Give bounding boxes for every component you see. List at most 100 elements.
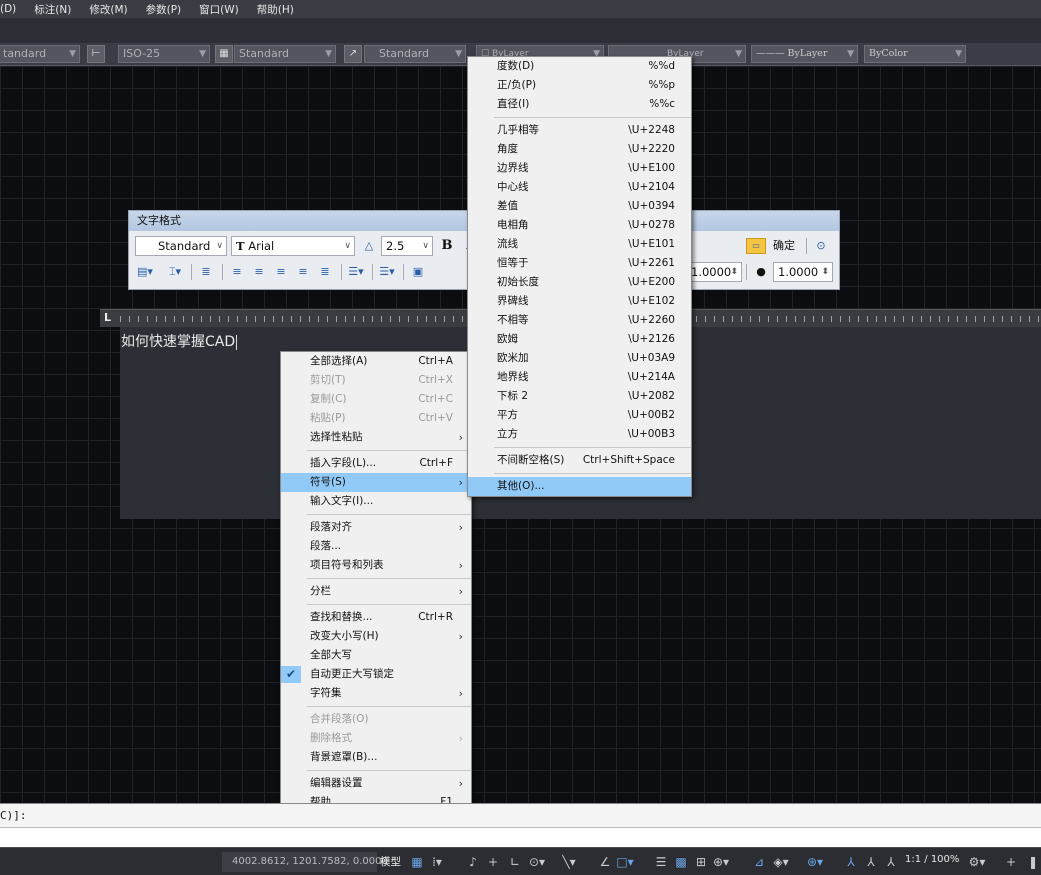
gizmo-icon[interactable]: ⊛▾ [806,853,824,871]
polar-tracking-icon[interactable]: ⊙▾ [528,853,546,871]
object-snap-tracking-icon[interactable]: ∠ [596,853,614,871]
multileader-style-icon[interactable]: ↗ [344,45,362,63]
mtext-justify-icon[interactable]: ⌶▾ [165,262,185,282]
table-style-combo[interactable]: Standard ▼ [234,45,336,63]
menu-item-insert-field[interactable]: 插入字段(L)... Ctrl+F [281,454,471,473]
symbol-item-diameter[interactable]: 直径(I) %%c [468,95,691,114]
dim-style-combo[interactable]: ISO-25 ▼ [118,45,210,63]
menu-item-editor-settings[interactable]: 编辑器设置 › [281,774,471,793]
symbol-item-ohm[interactable]: 欧姆 \U+2126 [468,330,691,349]
align-center-icon[interactable]: ≡ [249,262,269,282]
object-snap-icon[interactable]: □▾ [616,853,634,871]
symbol-item-other[interactable]: 其他(O)... [468,477,691,496]
text-style-select[interactable]: Standard ∨ [135,236,227,256]
line-spacing-icon[interactable]: ☰▾ [346,262,366,282]
menu-item-find-replace[interactable]: 查找和替换... Ctrl+R [281,608,471,627]
bold-button[interactable]: B [437,236,457,256]
symbol-item-cubed[interactable]: 立方 \U+00B3 [468,425,691,444]
justify-icon[interactable]: ≡ [293,262,313,282]
align-left-icon[interactable]: ≡ [227,262,247,282]
auto-scale-icon[interactable]: ⅄ [862,853,880,871]
ortho-icon[interactable]: ∟ [506,853,524,871]
grid-icon[interactable]: ▦ [408,853,426,871]
insert-field-icon[interactable]: ▣ [408,262,428,282]
symbol-item-angle[interactable]: 角度 \U+2220 [468,140,691,159]
symbol-item-almost-equal[interactable]: 几乎相等 \U+2248 [468,121,691,140]
menu-draw[interactable]: (D) [0,3,16,15]
model-space-button[interactable]: 模型 [380,854,401,869]
ruler-toggle-icon[interactable]: ▭ [746,238,766,254]
menu-item-remove-formatting[interactable]: 删除格式 › [281,729,471,748]
menu-item-combine-paragraphs[interactable]: 合并段落(O) [281,710,471,729]
menu-item-bullets-lists[interactable]: 项目符号和列表 › [281,556,471,575]
table-style-icon[interactable]: ▦ [215,45,233,63]
menu-item-background-mask[interactable]: 背景遮罩(B)... [281,748,471,767]
menu-item-paragraph[interactable]: 段落... [281,537,471,556]
columns-icon[interactable]: ▤▾ [135,262,155,282]
annotation-scale-value[interactable]: 1:1 / 100% [905,854,959,865]
menu-item-autocaps[interactable]: ✔ 自动更正大写锁定 [281,665,471,684]
symbol-item-subscript-2[interactable]: 下标 2 \U+2082 [468,387,691,406]
align-right-icon[interactable]: ≡ [271,262,291,282]
lineweight-combo[interactable]: ——— ByLayer ▼ [751,45,858,63]
symbol-item-boundary-line[interactable]: 边界线 \U+E100 [468,159,691,178]
menu-item-paste-special[interactable]: 选择性粘贴 › [281,428,471,447]
menu-item-cut[interactable]: 剪切(T) Ctrl+X [281,371,471,390]
annotative-icon[interactable]: △ [359,236,379,256]
multileader-style-combo[interactable]: Standard ▼ [364,45,466,63]
command-line-input[interactable] [0,827,1041,847]
symbol-item-delta[interactable]: 差值 \U+0394 [468,197,691,216]
symbol-item-squared[interactable]: 平方 \U+00B2 [468,406,691,425]
menu-dimension[interactable]: 标注(N) [34,2,71,17]
menu-item-all-caps[interactable]: 全部大写 [281,646,471,665]
symbol-item-omega[interactable]: 欧米加 \U+03A9 [468,349,691,368]
text-style-combo[interactable]: tandard ▼ [0,45,80,63]
dynamic-input-icon[interactable]: + [484,853,502,871]
menu-item-select-all[interactable]: 全部选择(A) Ctrl+A [281,352,471,371]
text-height-select[interactable]: 2.5 ∨ [381,236,433,256]
lineweight-icon[interactable]: ☰ [652,853,670,871]
customization-icon[interactable]: ❚ [1024,853,1041,871]
spinner-icon[interactable]: ⬍ [730,263,738,281]
symbol-item-plus-minus[interactable]: 正/负(P) %%p [468,76,691,95]
dynamic-ucs-icon[interactable]: ⊿ [750,853,768,871]
distribute-icon[interactable]: ≣ [315,262,335,282]
menu-parametric[interactable]: 参数(P) [146,2,182,17]
symbol-item-flow-line[interactable]: 流线 \U+E101 [468,235,691,254]
symbol-item-not-equal[interactable]: 不相等 \U+2260 [468,311,691,330]
3d-osnap-icon[interactable]: ⊕▾ [712,853,730,871]
symbol-item-nonbreaking-space[interactable]: 不间断空格(S) Ctrl+Shift+Space [468,451,691,470]
menu-item-change-case[interactable]: 改变大小写(H) › [281,627,471,646]
menu-item-paste[interactable]: 粘贴(P) Ctrl+V [281,409,471,428]
symbol-item-property-line[interactable]: 地界线 \U+214A [468,368,691,387]
selection-cycling-icon[interactable]: ⊞ [692,853,710,871]
annotation-scale-icon[interactable]: ⅄ [882,853,900,871]
spinner-icon[interactable]: ⬍ [821,263,829,281]
gear-icon[interactable]: ⚙▾ [968,853,986,871]
symbol-item-initial-length[interactable]: 初始长度 \U+E200 [468,273,691,292]
transparency-icon[interactable]: ▩ [672,853,690,871]
mtext-content[interactable]: 如何快速掌握CAD [121,331,238,351]
symbol-item-identity[interactable]: 恒等于 \U+2261 [468,254,691,273]
font-select[interactable]: T Arial ∨ [231,236,355,256]
menu-item-symbol[interactable]: 符号(S) › [281,473,471,492]
plus-icon[interactable]: + [1002,853,1020,871]
menu-modify[interactable]: 修改(M) [89,2,127,17]
tracking-input[interactable]: 1.0000 ⬍ [686,262,742,282]
numbering-icon[interactable]: ☰▾ [377,262,397,282]
menu-item-paragraph-alignment[interactable]: 段落对齐 › [281,518,471,537]
selection-filter-icon[interactable]: ◈▾ [772,853,790,871]
symbol-item-electrical-phase[interactable]: 电相角 \U+0278 [468,216,691,235]
menu-item-columns[interactable]: 分栏 › [281,582,471,601]
symbol-item-degrees[interactable]: 度数(D) %%d [468,57,691,76]
isodraft-icon[interactable]: ╲▾ [560,853,578,871]
width-factor-input[interactable]: 1.0000 ⬍ [773,262,833,282]
menu-window[interactable]: 窗口(W) [199,2,239,17]
menu-help[interactable]: 帮助(H) [257,2,294,17]
annotation-visibility-icon[interactable]: ⅄ [842,853,860,871]
snap-icon[interactable]: ⁞▾ [428,853,446,871]
infer-constraints-icon[interactable]: ♪ [464,853,482,871]
menu-item-import-text[interactable]: 输入文字(I)... [281,492,471,511]
paragraph-icon[interactable]: ≣ [196,262,216,282]
dim-style-icon[interactable]: ⊢ [87,45,105,63]
